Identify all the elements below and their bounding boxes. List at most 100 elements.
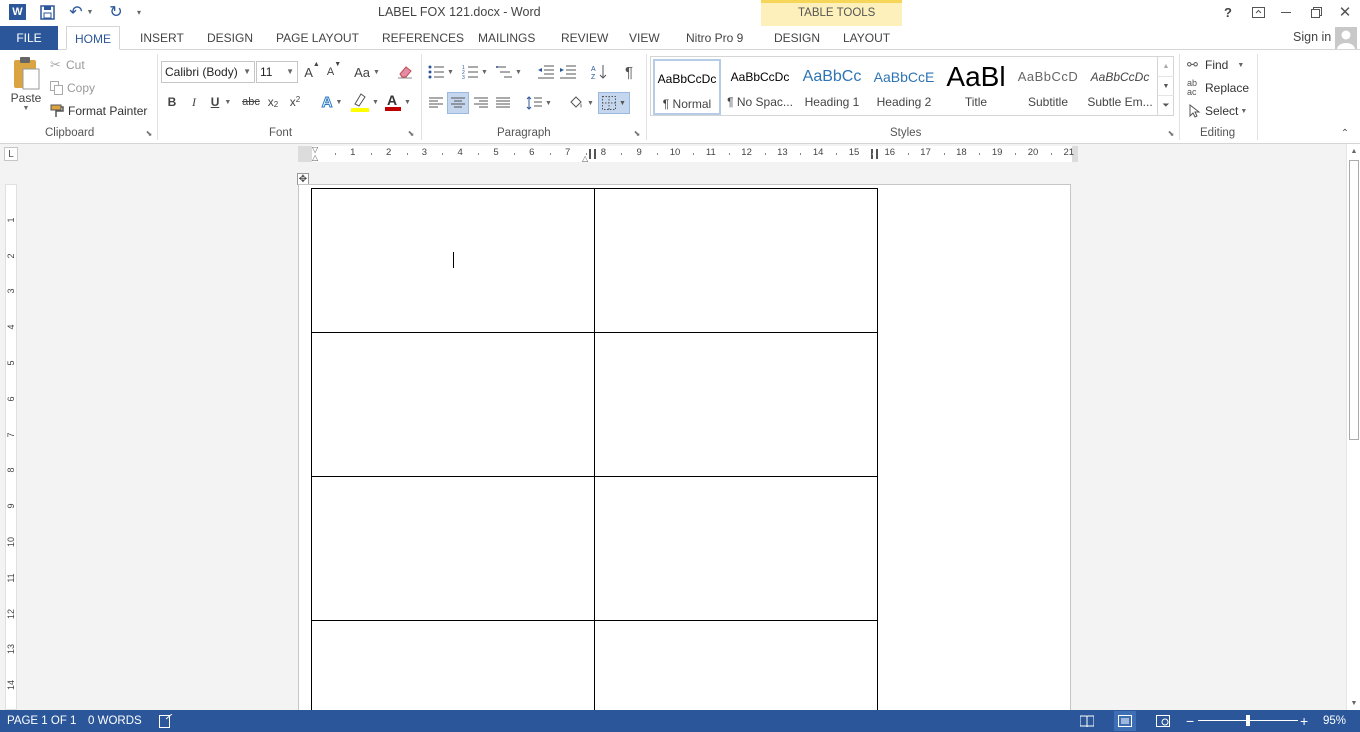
style-subtle-emphasis[interactable]: AaBbCcDc Subtle Em... [1085,59,1155,115]
restore-icon[interactable] [1308,4,1324,20]
replace-button[interactable]: ab ac Replace [1187,79,1249,97]
font-size-select[interactable]: 11 ▼ [256,61,298,83]
tab-table-design[interactable]: DESIGN [774,26,820,50]
tab-home[interactable]: HOME [66,26,120,50]
table-cell[interactable] [311,620,595,710]
italic-button[interactable]: I [185,92,203,112]
find-button[interactable]: ⚯ Find ▼ [1187,56,1244,74]
help-icon[interactable]: ? [1220,3,1236,21]
format-painter-button[interactable]: Format Painter [50,102,147,120]
grow-font-button[interactable]: A ▲ [302,61,322,83]
zoom-in-icon[interactable]: + [1300,710,1308,732]
clipboard-launcher-icon[interactable]: ⬊ [144,128,154,138]
font-launcher-icon[interactable]: ⬊ [406,128,416,138]
tab-page-layout[interactable]: PAGE LAYOUT [276,26,359,50]
scroll-up-icon[interactable]: ▲ [1347,144,1360,158]
word-count[interactable]: 0 WORDS [88,710,142,732]
customize-toolbar-icon[interactable]: ▾ [134,5,144,19]
style-heading-1[interactable]: AaBbCc Heading 1 [797,59,867,115]
table-cell[interactable] [594,620,878,710]
vertical-scrollbar[interactable]: ▲ ▼ [1346,144,1360,710]
font-color-button[interactable]: A ▼ [383,90,413,114]
zoom-slider-thumb[interactable] [1246,715,1250,726]
avatar[interactable] [1335,27,1357,49]
page-count[interactable]: PAGE 1 OF 1 [7,710,76,732]
styles-launcher-icon[interactable]: ⬊ [1166,128,1176,138]
scroll-down-icon[interactable]: ▼ [1347,696,1360,710]
text-effects-button[interactable]: A ▼ [318,92,346,112]
table-cell[interactable] [311,332,595,477]
print-layout-icon[interactable] [1114,711,1136,731]
paragraph-launcher-icon[interactable]: ⬊ [632,128,642,138]
font-name-select[interactable]: Calibri (Body) ▼ [161,61,255,83]
web-layout-icon[interactable] [1154,713,1172,729]
multilevel-list-button[interactable]: ▼ [494,61,524,83]
scrollbar-thumb[interactable] [1349,160,1359,440]
redo-icon[interactable]: ↻ [106,3,126,21]
table-cell[interactable] [594,188,878,333]
select-button[interactable]: Select ▼ [1189,102,1247,120]
underline-button[interactable]: U ▼ [207,92,235,112]
bold-button[interactable]: B [163,92,181,112]
bullets-button[interactable]: ▼ [426,61,456,83]
clear-formatting-button[interactable] [394,61,416,83]
right-indent-marker-icon[interactable]: △ [582,154,588,163]
cut-button[interactable]: ✂ Cut [50,56,85,74]
tab-view[interactable]: VIEW [629,26,660,50]
table-cell[interactable] [594,332,878,477]
zoom-out-icon[interactable]: − [1186,710,1194,732]
increase-indent-button[interactable] [558,61,578,83]
style-normal[interactable]: AaBbCcDc ¶ Normal [653,59,721,115]
sort-button[interactable]: AZ [589,61,609,83]
document-page[interactable] [298,184,1071,710]
vertical-ruler[interactable]: 1 2 3 4 5 6 7 8 9 10 11 12 13 14 [5,184,17,710]
tab-selector-icon[interactable]: L [4,147,18,161]
proofing-icon[interactable] [158,713,174,729]
paste-button[interactable]: Paste ▼ [8,56,44,122]
line-spacing-button[interactable]: ▼ [524,92,554,114]
tab-file[interactable]: FILE [0,26,58,50]
change-case-button[interactable]: Aa ▼ [352,61,382,83]
table-cell[interactable] [594,476,878,621]
gallery-up-icon[interactable]: ▲ [1158,57,1174,76]
shrink-font-button[interactable]: A ▼ [324,61,344,83]
tab-nitro-pro[interactable]: Nitro Pro 9 [686,26,743,50]
style-no-spacing[interactable]: AaBbCcDc ¶ No Spac... [725,59,795,115]
center-button[interactable] [447,92,469,114]
tab-mailings[interactable]: MAILINGS [478,26,535,50]
strikethrough-button[interactable]: abc [240,92,262,112]
undo-dropdown-icon[interactable]: ▼ [86,6,94,18]
highlight-color-button[interactable]: ▼ [350,90,380,114]
decrease-indent-button[interactable] [536,61,556,83]
table-cell[interactable] [311,476,595,621]
horizontal-ruler[interactable]: ▽ △ △ 1 2 3 4 5 6 7 8 9 10 11 12 13 14 15 16 17 18 19 20 21 [298,146,1078,163]
save-icon[interactable] [38,3,56,21]
collapse-ribbon-icon[interactable]: ⌃ [1338,126,1352,140]
indent-marker-icon[interactable]: ▽ △ [312,146,318,162]
ribbon-display-options-icon[interactable] [1250,4,1266,20]
show-formatting-marks-button[interactable]: ¶ [619,61,639,83]
style-title[interactable]: AaBl Title [941,59,1011,115]
subscript-button[interactable]: x2 [264,92,282,112]
zoom-slider[interactable] [1198,715,1298,726]
zoom-level[interactable]: 95% [1323,710,1346,732]
minimize-icon[interactable] [1278,4,1294,20]
tab-design[interactable]: DESIGN [207,26,253,50]
style-subtitle[interactable]: AaBbCcD Subtitle [1013,59,1083,115]
justify-button[interactable] [493,92,513,114]
copy-button[interactable]: Copy [50,79,95,97]
align-left-button[interactable] [426,92,446,114]
close-icon[interactable]: ✕ [1337,3,1353,21]
gallery-more-icon[interactable]: ⏷ [1158,95,1174,115]
numbering-button[interactable]: 1 2 3 ▼ [460,61,490,83]
undo-icon[interactable]: ↶ [66,3,86,21]
superscript-button[interactable]: x2 [286,92,304,112]
align-right-button[interactable] [471,92,491,114]
shading-button[interactable]: ▼ [566,92,596,114]
tab-references[interactable]: REFERENCES [382,26,464,50]
gallery-down-icon[interactable]: ▼ [1158,76,1174,95]
tab-review[interactable]: REVIEW [561,26,608,50]
label-table[interactable] [311,188,878,710]
borders-button[interactable]: ▼ [598,92,630,114]
read-mode-icon[interactable] [1078,713,1096,729]
